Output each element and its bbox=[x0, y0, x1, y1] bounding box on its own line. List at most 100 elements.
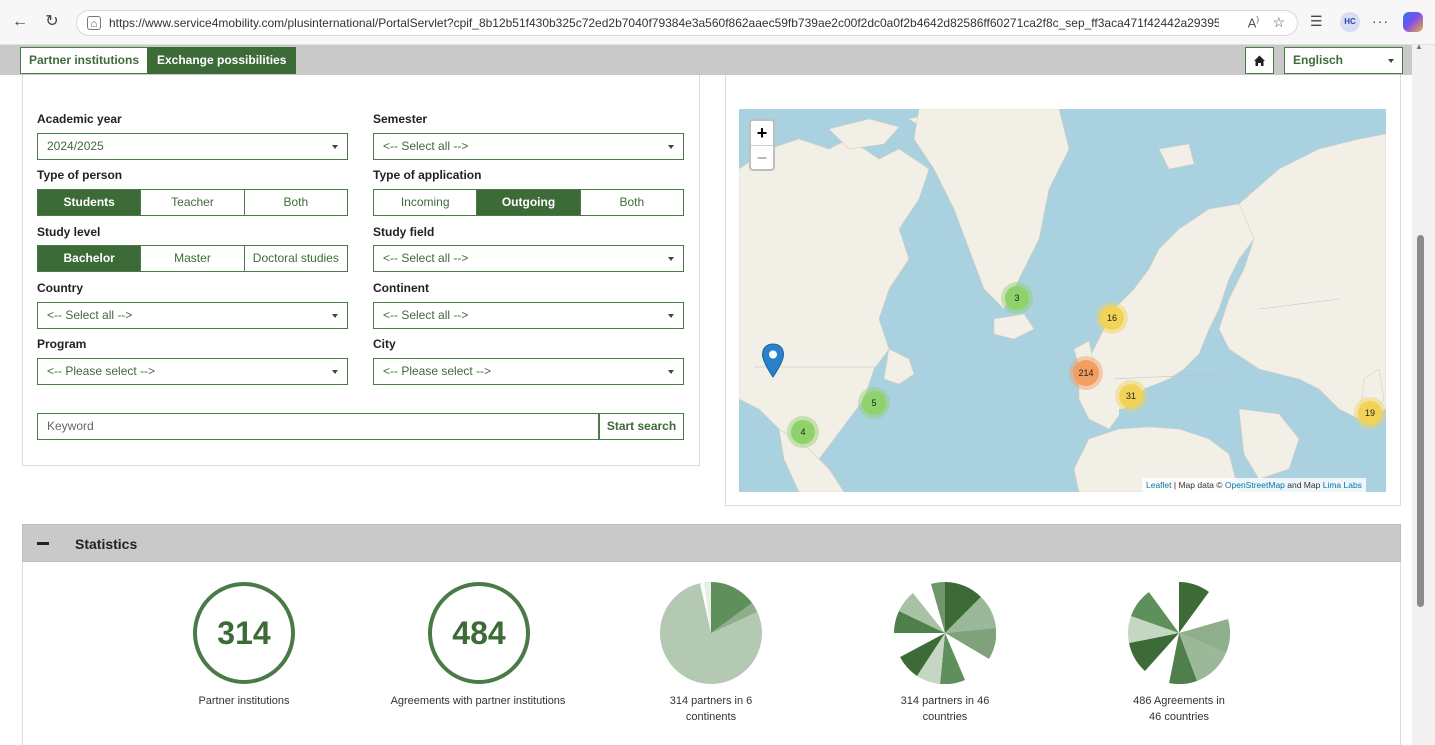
country-value: <-- Select all --> bbox=[47, 308, 133, 322]
semester-select[interactable]: <-- Select all --> bbox=[373, 133, 684, 160]
lock-icon[interactable]: ⌂ bbox=[87, 16, 101, 30]
study-field-label: Study field bbox=[373, 225, 435, 239]
chevron-down-icon bbox=[668, 257, 674, 261]
country-select[interactable]: <-- Select all --> bbox=[37, 302, 348, 329]
application-incoming-option[interactable]: Incoming bbox=[374, 190, 478, 215]
back-arrow-icon[interactable]: ← bbox=[10, 12, 30, 32]
cluster-count: 4 bbox=[791, 420, 815, 444]
map-cluster[interactable]: 19 bbox=[1354, 397, 1386, 429]
map-attribution: Leaflet | Map data © OpenStreetMap and M… bbox=[1142, 478, 1366, 492]
chevron-down-icon bbox=[668, 314, 674, 318]
semester-value: <-- Select all --> bbox=[383, 139, 469, 153]
level-bachelor-option[interactable]: Bachelor bbox=[38, 246, 142, 271]
program-select[interactable]: <-- Please select --> bbox=[37, 358, 348, 385]
language-select[interactable]: Englisch bbox=[1284, 47, 1403, 74]
countries-pie-chart[interactable] bbox=[894, 582, 996, 684]
person-both-option[interactable]: Both bbox=[245, 190, 347, 215]
chevron-down-icon bbox=[332, 145, 338, 149]
map-cluster[interactable]: 31 bbox=[1115, 380, 1147, 412]
home-icon bbox=[1254, 55, 1265, 66]
scroll-up-arrow-icon[interactable]: ▲ bbox=[1415, 42, 1423, 51]
chevron-down-icon bbox=[668, 370, 674, 374]
keyword-input[interactable]: Keyword bbox=[37, 413, 599, 440]
chevron-down-icon bbox=[668, 145, 674, 149]
statistics-title: Statistics bbox=[75, 536, 138, 552]
agreements-pie-chart[interactable] bbox=[1128, 582, 1230, 684]
map-cluster[interactable]: 16 bbox=[1096, 302, 1128, 334]
program-value: <-- Please select --> bbox=[47, 364, 156, 378]
start-search-button[interactable]: Start search bbox=[599, 413, 684, 440]
attribution-text: | Map data © bbox=[1171, 480, 1225, 490]
countries-caption-line1: 314 partners in 46 bbox=[900, 695, 990, 707]
collapse-minus-icon[interactable] bbox=[37, 542, 49, 545]
map-cluster[interactable]: 3 bbox=[1001, 282, 1033, 314]
agreement-count-circle: 484 bbox=[428, 582, 530, 684]
type-of-person-label: Type of person bbox=[37, 168, 123, 182]
map-cluster[interactable]: 5 bbox=[858, 387, 890, 419]
browser-toolbar: ← ↻ ⌂ https://www.service4mobility.com/p… bbox=[0, 0, 1435, 45]
partner-count-circle: 314 bbox=[193, 582, 295, 684]
city-label: City bbox=[373, 337, 396, 351]
type-of-person-toggle: Students Teacher Both bbox=[37, 189, 348, 216]
zoom-out-button[interactable]: − bbox=[751, 145, 773, 169]
chevron-down-icon bbox=[1388, 59, 1394, 63]
continents-pie-chart[interactable] bbox=[660, 582, 762, 684]
continents-caption-line2: continents bbox=[685, 711, 737, 723]
academic-year-label: Academic year bbox=[37, 112, 122, 126]
person-students-option[interactable]: Students bbox=[38, 190, 142, 215]
world-map[interactable] bbox=[739, 109, 1386, 492]
level-doctoral-option[interactable]: Doctoral studies bbox=[245, 246, 347, 271]
copilot-icon[interactable] bbox=[1403, 12, 1423, 32]
agreements-caption: 486 Agreements in 46 countries bbox=[1104, 693, 1254, 725]
map-cluster[interactable]: 214 bbox=[1069, 356, 1103, 390]
application-both-option[interactable]: Both bbox=[581, 190, 683, 215]
url-text[interactable]: https://www.service4mobility.com/plusint… bbox=[109, 16, 1219, 30]
type-of-application-label: Type of application bbox=[373, 168, 482, 182]
exchange-possibilities-button[interactable]: Exchange possibilities bbox=[147, 47, 297, 74]
leaflet-link[interactable]: Leaflet bbox=[1146, 480, 1172, 490]
cluster-count: 214 bbox=[1073, 360, 1099, 386]
study-field-select[interactable]: <-- Select all --> bbox=[373, 245, 684, 272]
agreement-count-caption: Agreements with partner institutions bbox=[390, 695, 566, 707]
chevron-down-icon bbox=[332, 370, 338, 374]
cluster-count: 5 bbox=[862, 391, 886, 415]
map-marker-icon[interactable] bbox=[761, 343, 785, 379]
map-tiles bbox=[739, 109, 1386, 492]
person-teacher-option[interactable]: Teacher bbox=[141, 190, 245, 215]
statistics-header[interactable]: Statistics bbox=[22, 524, 1401, 562]
countries-caption-line2: countries bbox=[922, 711, 968, 723]
profile-avatar[interactable]: HC bbox=[1340, 12, 1360, 32]
cluster-count: 31 bbox=[1119, 384, 1143, 408]
continents-caption-line1: 314 partners in 6 bbox=[669, 695, 753, 707]
favorites-list-icon[interactable]: ☰ bbox=[1310, 13, 1323, 30]
scrollbar-thumb[interactable] bbox=[1417, 235, 1424, 607]
favorite-star-icon[interactable]: ☆ bbox=[1272, 14, 1285, 31]
level-master-option[interactable]: Master bbox=[141, 246, 245, 271]
zoom-in-button[interactable]: + bbox=[751, 121, 773, 145]
more-options-icon[interactable]: ··· bbox=[1372, 13, 1389, 29]
reload-icon[interactable]: ↻ bbox=[42, 12, 62, 32]
study-level-label: Study level bbox=[37, 225, 101, 239]
cluster-count: 3 bbox=[1005, 286, 1029, 310]
continent-label: Continent bbox=[373, 281, 429, 295]
academic-year-select[interactable]: 2024/2025 bbox=[37, 133, 348, 160]
academic-year-value: 2024/2025 bbox=[47, 139, 104, 153]
study-level-toggle: Bachelor Master Doctoral studies bbox=[37, 245, 348, 272]
application-outgoing-option[interactable]: Outgoing bbox=[477, 190, 581, 215]
language-value: Englisch bbox=[1293, 53, 1344, 67]
cluster-count: 19 bbox=[1358, 401, 1382, 425]
continent-select[interactable]: <-- Select all --> bbox=[373, 302, 684, 329]
type-of-application-toggle: Incoming Outgoing Both bbox=[373, 189, 684, 216]
semester-label: Semester bbox=[373, 112, 428, 126]
openstreetmap-link[interactable]: OpenStreetMap bbox=[1225, 480, 1285, 490]
continents-caption: 314 partners in 6 continents bbox=[636, 693, 786, 725]
lima-labs-link[interactable]: Lima Labs bbox=[1323, 480, 1362, 490]
city-select[interactable]: <-- Please select --> bbox=[373, 358, 684, 385]
map-cluster[interactable]: 4 bbox=[787, 416, 819, 448]
study-field-value: <-- Select all --> bbox=[383, 251, 469, 265]
home-button[interactable] bbox=[1245, 47, 1274, 74]
address-bar[interactable]: ⌂ https://www.service4mobility.com/plusi… bbox=[76, 10, 1298, 36]
read-aloud-icon[interactable]: A) bbox=[1248, 15, 1259, 30]
continent-value: <-- Select all --> bbox=[383, 308, 469, 322]
partner-institutions-button[interactable]: Partner institutions bbox=[20, 47, 149, 74]
